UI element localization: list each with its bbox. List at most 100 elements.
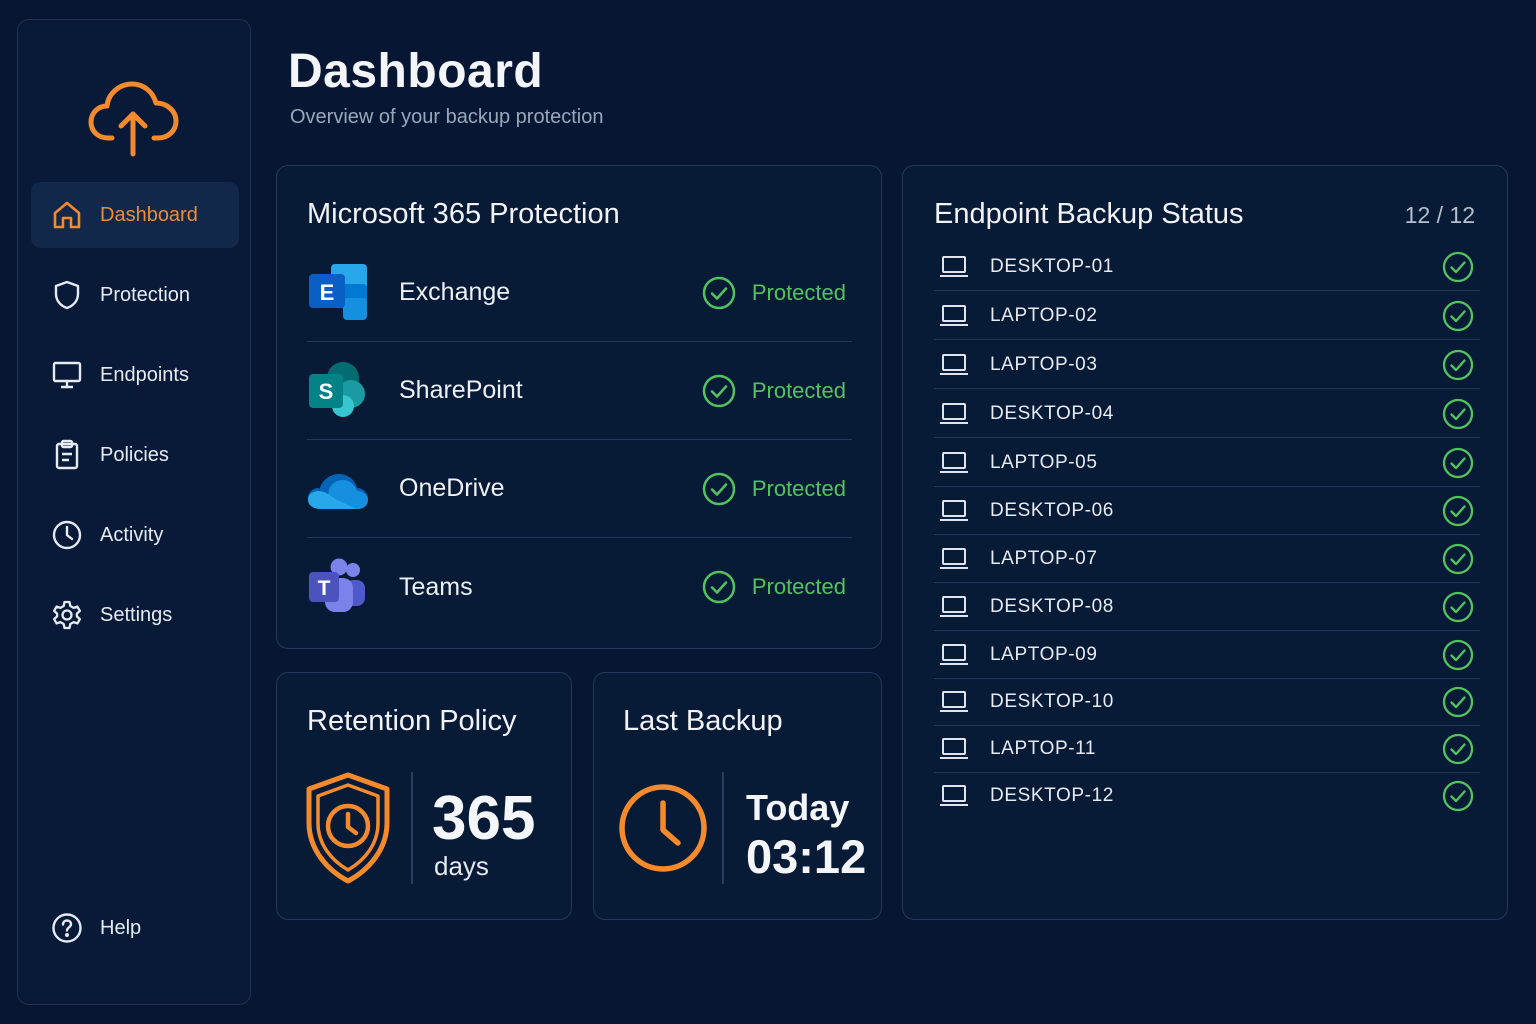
- app-name: Teams: [399, 572, 473, 601]
- check-circle-icon: [702, 374, 736, 407]
- sidebar-item-help[interactable]: Help: [31, 895, 239, 961]
- laptop-icon: [940, 643, 968, 665]
- m365-protection-card: Microsoft 365 Protection E Exchange Prot…: [276, 165, 882, 649]
- retention-unit: days: [434, 851, 489, 881]
- laptop-icon: [940, 499, 968, 521]
- app-row-sharepoint[interactable]: S SharePoint Protected: [307, 342, 852, 440]
- endpoint-name: LAPTOP-05: [990, 451, 1098, 473]
- sidebar-item-label: Dashboard: [100, 203, 198, 226]
- endpoint-row[interactable]: LAPTOP-02: [934, 292, 1480, 340]
- endpoint-name: DESKTOP-08: [990, 595, 1114, 617]
- sidebar-item-dashboard[interactable]: Dashboard: [31, 182, 239, 248]
- app-row-teams[interactable]: T Teams Protected: [307, 538, 852, 636]
- endpoint-name: LAPTOP-07: [990, 547, 1098, 569]
- laptop-icon: [940, 255, 968, 277]
- endpoint-row[interactable]: DESKTOP-12: [934, 772, 1480, 820]
- home-icon: [51, 199, 83, 231]
- endpoint-backup-status-card: Endpoint Backup Status 12 / 12 DESKTOP-0…: [902, 165, 1508, 920]
- laptop-icon: [940, 737, 968, 759]
- divider: [411, 772, 413, 884]
- status-text: Protected: [751, 574, 846, 599]
- laptop-icon: [940, 690, 968, 712]
- shield-clock-icon: [306, 772, 390, 884]
- endpoint-name: LAPTOP-02: [990, 304, 1098, 326]
- status-badge: Protected: [702, 374, 846, 408]
- last-backup-card: Last Backup Today 03:12: [593, 672, 882, 920]
- check-circle-icon: [1442, 349, 1474, 380]
- endpoint-row[interactable]: LAPTOP-05: [934, 439, 1480, 487]
- sidebar-item-label: Protection: [100, 283, 191, 306]
- endpoint-row[interactable]: DESKTOP-01: [934, 243, 1480, 291]
- exchange-icon: E: [309, 263, 367, 320]
- check-circle-icon: [702, 276, 736, 309]
- clock-icon: [51, 519, 83, 551]
- sidebar-item-endpoints[interactable]: Endpoints: [31, 342, 239, 408]
- sidebar: Dashboard Protection Endpoints Policies …: [17, 19, 251, 1005]
- gear-icon: [51, 599, 83, 631]
- teams-icon: T: [309, 558, 365, 612]
- retention-value: 365: [432, 784, 536, 853]
- laptop-icon: [940, 304, 968, 326]
- endpoint-list: DESKTOP-01 LAPTOP-02 LAPTOP-03 DESKTOP-04 LA…: [934, 243, 1480, 843]
- endpoint-count: 12 / 12: [1404, 202, 1475, 228]
- check-circle-icon: [702, 472, 736, 505]
- status-badge: Protected: [702, 276, 846, 310]
- check-circle-icon: [702, 570, 736, 604]
- endpoint-row[interactable]: DESKTOP-08: [934, 583, 1480, 631]
- app-root: Dashboard Protection Endpoints Policies …: [0, 0, 1536, 1024]
- sidebar-item-label: Activity: [100, 523, 164, 546]
- app-name: Exchange: [399, 278, 511, 306]
- endpoint-row[interactable]: LAPTOP-11: [934, 725, 1480, 773]
- check-circle-icon: [1442, 398, 1474, 429]
- app-row-onedrive[interactable]: OneDrive Protected: [307, 440, 852, 538]
- endpoint-row[interactable]: DESKTOP-04: [934, 390, 1480, 438]
- sidebar-item-policies[interactable]: Policies: [31, 422, 239, 488]
- endpoint-row[interactable]: DESKTOP-06: [934, 487, 1480, 535]
- clock-icon: [619, 784, 707, 872]
- page-title: Dashboard: [288, 45, 544, 98]
- endpoint-name: LAPTOP-03: [990, 353, 1098, 375]
- check-circle-icon: [1442, 780, 1474, 812]
- check-circle-icon: [1442, 300, 1474, 331]
- onedrive-icon: [308, 473, 368, 509]
- laptop-icon: [940, 353, 968, 375]
- status-text: Protected: [751, 475, 846, 501]
- app-row-exchange[interactable]: E Exchange Protected: [307, 244, 852, 342]
- endpoint-name: DESKTOP-12: [990, 785, 1114, 806]
- svg-text:T: T: [318, 577, 331, 600]
- check-circle-icon: [1442, 733, 1474, 764]
- sidebar-item-label: Endpoints: [100, 363, 189, 386]
- check-circle-icon: [1442, 495, 1474, 526]
- last-backup-time: 03:12: [746, 830, 867, 883]
- laptop-icon: [940, 451, 968, 473]
- check-circle-icon: [1442, 543, 1474, 574]
- clipboard-icon: [51, 439, 83, 471]
- app-name: SharePoint: [399, 376, 523, 404]
- card-title: Last Backup: [623, 705, 783, 737]
- shield-icon: [51, 279, 83, 311]
- card-title: Microsoft 365 Protection: [307, 198, 620, 230]
- endpoint-name: DESKTOP-01: [990, 255, 1114, 277]
- retention-policy-card: Retention Policy 365 days: [276, 672, 572, 920]
- laptop-icon: [940, 785, 968, 806]
- endpoint-name: DESKTOP-04: [990, 402, 1114, 424]
- endpoint-row[interactable]: LAPTOP-07: [934, 535, 1480, 583]
- sidebar-item-label: Settings: [100, 603, 173, 626]
- endpoint-row[interactable]: LAPTOP-03: [934, 341, 1480, 389]
- endpoint-name: LAPTOP-11: [990, 737, 1097, 759]
- check-circle-icon: [1442, 447, 1474, 478]
- laptop-icon: [940, 402, 968, 424]
- endpoint-name: DESKTOP-10: [990, 690, 1114, 712]
- check-circle-icon: [1442, 591, 1474, 622]
- endpoint-row[interactable]: DESKTOP-10: [934, 678, 1480, 726]
- sharepoint-icon: S: [309, 361, 365, 417]
- last-backup-day: Today: [746, 787, 850, 828]
- status-badge: Protected: [702, 472, 846, 506]
- endpoint-row[interactable]: LAPTOP-09: [934, 631, 1480, 679]
- sidebar-item-label: Help: [100, 916, 142, 939]
- sidebar-item-activity[interactable]: Activity: [31, 502, 239, 568]
- sidebar-item-settings[interactable]: Settings: [31, 582, 239, 648]
- help-circle-icon: [51, 912, 83, 944]
- check-circle-icon: [1442, 639, 1474, 670]
- sidebar-item-protection[interactable]: Protection: [31, 262, 239, 328]
